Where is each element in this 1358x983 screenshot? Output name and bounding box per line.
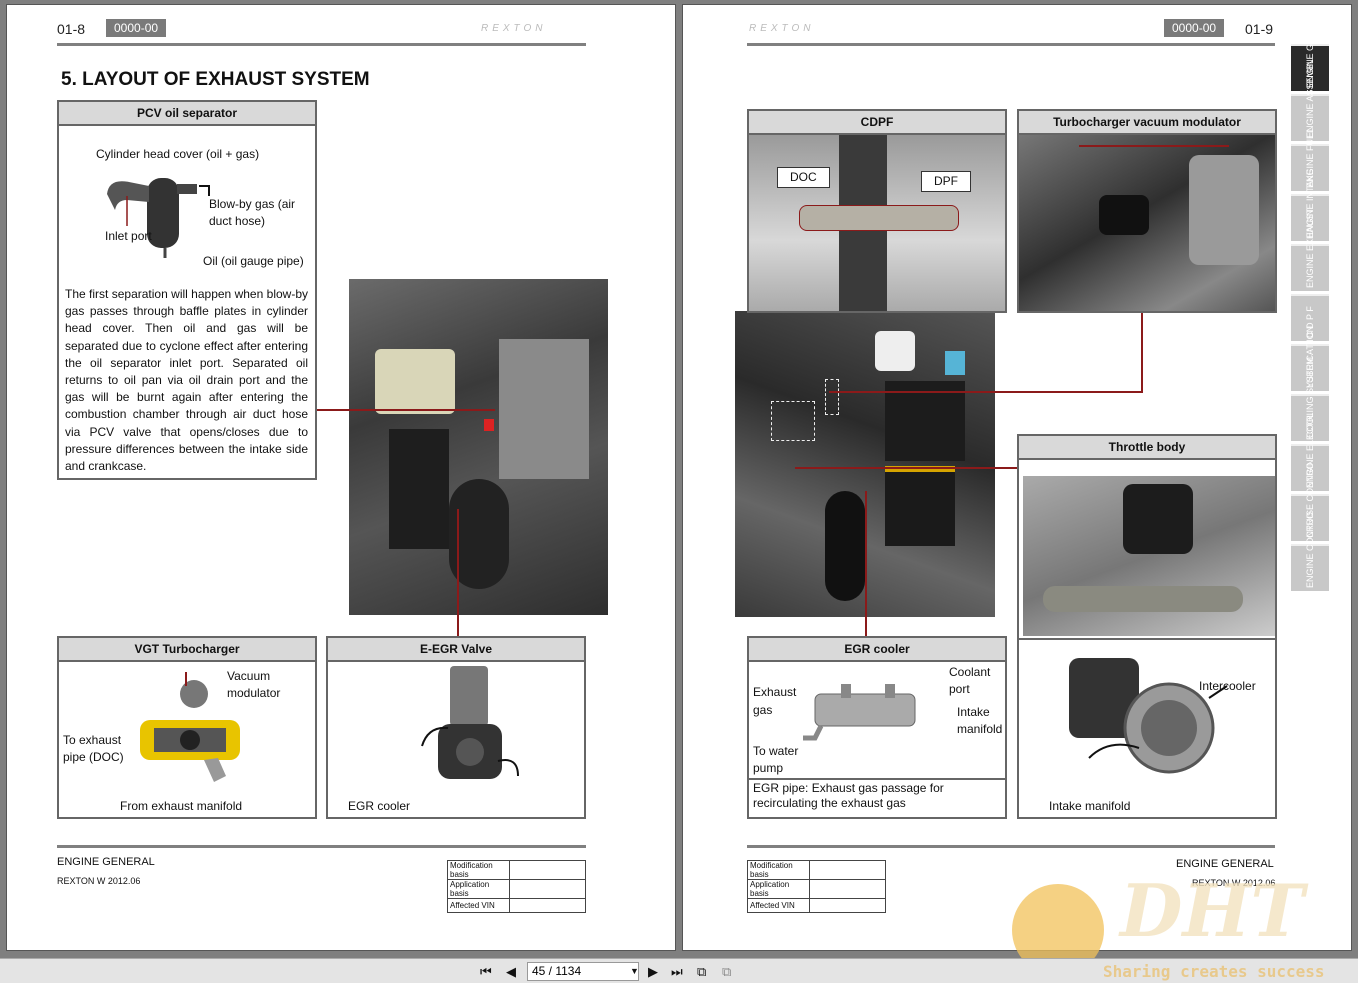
cdpf-heading: CDPF — [749, 111, 1005, 135]
callout-turbo-vac-h — [829, 391, 1143, 393]
brand-logo: REXTON — [481, 23, 547, 34]
label-doc: DOC — [777, 167, 830, 188]
throttle-box: Throttle body Intercooler Intake manifol… — [1017, 434, 1277, 819]
section-title: 5. LAYOUT OF EXHAUST SYSTEM — [61, 69, 370, 90]
label-egr-cooler: EGR cooler — [348, 799, 411, 813]
mod-row-label: Application basis — [747, 879, 810, 899]
page-number: 01-9 — [1245, 21, 1274, 37]
label-water-1: To water — [753, 744, 799, 758]
throttle-heading: Throttle body — [1019, 436, 1275, 460]
first-page-icon[interactable]: ⏮ — [480, 964, 492, 980]
callout-egr-cooler — [865, 491, 867, 637]
mod-row-label: Modification basis — [747, 860, 810, 880]
left-page: 01-8 0000-00 REXTON 5. LAYOUT OF EXHAUST… — [6, 4, 676, 951]
cdpf-box: CDPF DOC DPF — [747, 109, 1007, 313]
header-rule — [57, 43, 586, 46]
label-oil: Oil (oil gauge pipe) — [203, 254, 304, 268]
footer-rule — [57, 845, 586, 848]
last-page-icon[interactable]: ⏭ — [671, 964, 683, 980]
engine-bay-photo — [349, 279, 608, 615]
label-exhaust-2: gas — [753, 703, 773, 717]
egr-valve-box: E-EGR Valve EGR cooler — [326, 636, 586, 819]
label-exhaust-1: To exhaust — [63, 733, 122, 747]
brand-logo: REXTON — [749, 23, 815, 34]
pcv-separator-illustration — [107, 178, 210, 258]
throttle-photo — [1023, 476, 1275, 636]
turbo-vac-heading: Turbocharger vacuum modulator — [1019, 111, 1275, 135]
label-intercooler: Intercooler — [1199, 679, 1256, 693]
back-view-icon[interactable]: ⧉ — [697, 964, 706, 980]
callout-pcv — [317, 409, 495, 411]
watermark-brand: DHT — [1120, 868, 1305, 953]
egr-cooler-heading: EGR cooler — [749, 638, 1005, 662]
label-intake-1: Intake — [957, 705, 990, 719]
egr-valve-heading: E-EGR Valve — [328, 638, 584, 662]
mod-row-label: Application basis — [447, 879, 510, 899]
forward-view-icon[interactable]: ⧉ — [722, 964, 731, 980]
watermark-slogan: Sharing creates success — [1103, 962, 1325, 981]
egr-cooler-box: EGR cooler Exhaust gas Coolant port Inta… — [747, 636, 1007, 819]
pcv-description: The first separation will happen when bl… — [65, 287, 308, 474]
throttle-illustration — [1069, 658, 1228, 774]
label-dpf: DPF — [921, 171, 971, 192]
modification-table: Modification basis Application basis Aff… — [747, 860, 886, 913]
tab-engine-contro[interactable]: ENGINE CONTRO — [1291, 512, 1329, 591]
label-blowby-2: duct hose) — [209, 214, 266, 228]
pcv-heading: PCV oil separator — [59, 102, 315, 126]
label-exhaust-1: Exhaust — [753, 685, 797, 699]
mod-row-label: Affected VIN — [447, 898, 510, 913]
egr-cooler-illustration — [803, 684, 916, 741]
mod-row-label: Modification basis — [447, 860, 510, 880]
pcv-box: PCV oil separator Cylinder head cover (o… — [57, 100, 317, 480]
mod-row-label: Affected VIN — [747, 898, 810, 913]
label-coolant-1: Coolant — [949, 665, 991, 679]
egr-pipe-note: EGR pipe: Exhaust gas passage for recirc… — [753, 781, 944, 810]
vgt-box: VGT Turbocharger Vacuum modulator To exh… — [57, 636, 317, 819]
label-water-2: pump — [753, 761, 784, 775]
cdpf-photo — [749, 135, 1005, 311]
pdf-toolbar: ⏮ ◀ 45 / 1134 ▼ ▶ ⏭ ⧉ ⧉ Sharing creates … — [0, 958, 1358, 983]
next-page-icon[interactable]: ▶ — [648, 964, 658, 980]
vgt-heading: VGT Turbocharger — [59, 638, 315, 662]
label-cover: Cylinder head cover (oil + gas) — [96, 147, 260, 161]
right-page: REXTON 0000-00 01-9 CDPF DOC DPF Turboch… — [682, 4, 1352, 951]
footer-subtitle: REXTON W 2012.06 — [57, 876, 141, 886]
label-exhaust-2: pipe (DOC) — [63, 750, 124, 764]
vgt-turbo-illustration — [140, 672, 240, 782]
page-number: 01-8 — [57, 21, 86, 37]
tab-engine-exhaust[interactable]: ENGINE EXHAUST — [1291, 208, 1329, 291]
page-number-input[interactable]: 45 / 1134 — [527, 962, 639, 981]
footer-rule — [747, 845, 1275, 848]
label-intake-manifold: Intake manifold — [1049, 799, 1131, 813]
code-badge: 0000-00 — [106, 19, 167, 37]
callout-vgt — [457, 509, 459, 637]
label-intake-2: manifold — [957, 722, 1003, 736]
callout-turbo-vac — [1141, 313, 1143, 393]
label-inlet: Inlet port — [105, 229, 152, 243]
label-coolant-2: port — [949, 682, 970, 696]
header-rule — [747, 43, 1275, 46]
callout-throttle — [795, 467, 1017, 469]
turbo-vac-photo — [1019, 135, 1275, 311]
code-badge: 0000-00 — [1164, 19, 1225, 37]
footer-title: ENGINE GENERAL — [57, 856, 155, 868]
modification-table: Modification basis Application basis Aff… — [447, 860, 586, 913]
chevron-down-icon[interactable]: ▼ — [630, 966, 639, 976]
label-manifold: From exhaust manifold — [120, 799, 243, 813]
prev-page-icon[interactable]: ◀ — [506, 964, 516, 980]
turbo-vac-box: Turbocharger vacuum modulator — [1017, 109, 1277, 313]
label-blowby-1: Blow-by gas (air — [209, 197, 296, 211]
egr-valve-illustration — [421, 666, 519, 779]
